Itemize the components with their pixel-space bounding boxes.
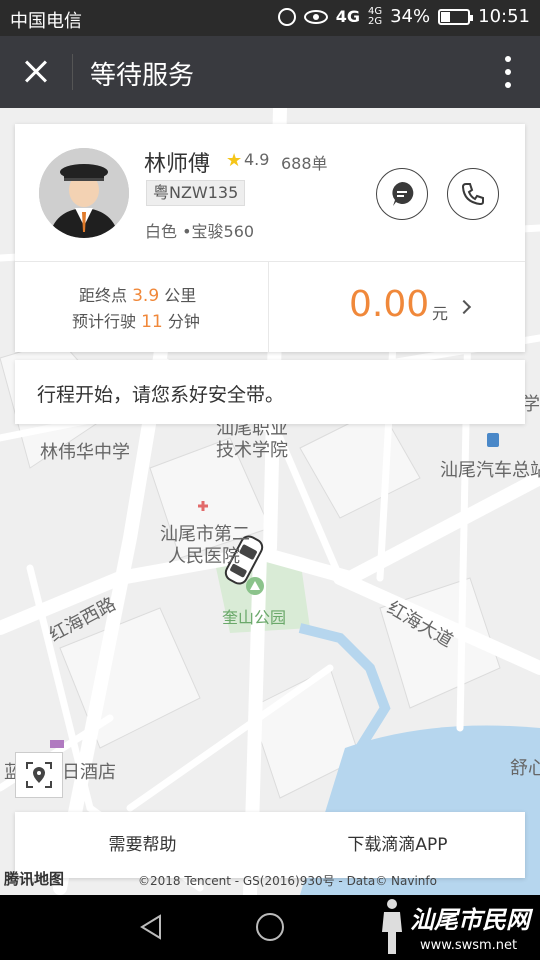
- fare-amount: 0.00: [349, 284, 430, 325]
- network-dual-icon: 4G 2G: [367, 5, 383, 27]
- network-type: 4G: [335, 7, 360, 26]
- car-description: 白色 •宝骏560: [145, 222, 255, 241]
- battery-percent: 34%: [390, 6, 431, 27]
- card-divider-vertical: [268, 261, 269, 352]
- card-divider: [15, 261, 525, 262]
- driver-avatar: [39, 148, 129, 238]
- driver-card: 林师傅 ★ 4.9 688单 粤NZW135 白色 •宝骏560 距终点 3.9…: [15, 124, 525, 352]
- phone-icon: [461, 183, 484, 206]
- distance-remaining: 距终点 3.9 公里: [79, 286, 197, 306]
- close-icon[interactable]: [14, 50, 58, 94]
- call-button[interactable]: [447, 168, 499, 220]
- driver-rating: 4.9: [244, 150, 270, 169]
- eye-comfort-icon: [303, 9, 328, 24]
- chevron-right-icon: [456, 299, 472, 315]
- map-label-hospital-2: 人民医院: [168, 546, 240, 567]
- trip-notice: 行程开始，请您系好安全带。: [15, 360, 525, 424]
- carrier-name: 中国电信: [10, 11, 82, 32]
- map-label-park: 奎山公园: [222, 608, 287, 627]
- driver-name: 林师傅: [144, 152, 211, 177]
- license-plate: 粤NZW135: [146, 180, 246, 206]
- map-label-edge-right-2: 舒心: [510, 758, 540, 779]
- locate-button[interactable]: [15, 752, 63, 798]
- battery-icon: [438, 8, 474, 25]
- message-button[interactable]: [376, 168, 428, 220]
- download-app-button[interactable]: 下载滴滴APP: [270, 812, 525, 878]
- watermark-text: 汕尾市民网: [410, 906, 530, 934]
- location-target-icon: [26, 762, 52, 788]
- header-divider: [72, 54, 73, 90]
- more-vertical-icon[interactable]: [504, 56, 512, 88]
- map-label-bus-station: 汕尾汽车总站: [440, 460, 540, 481]
- map-label-college-2: 技术学院: [216, 440, 288, 461]
- alarm-icon: [277, 7, 296, 26]
- watermark-figure-icon: [382, 899, 402, 954]
- map-label-hotel-right: 日酒店: [62, 762, 116, 783]
- chat-icon: [392, 181, 414, 206]
- fare-unit: 元: [432, 304, 449, 323]
- app-header: 等待服务: [0, 36, 540, 108]
- clock: 10:51: [478, 6, 530, 27]
- battery-fill: [441, 11, 450, 22]
- map-copyright: ©2018 Tencent - GS(2016)930号 - Data© Nav…: [138, 874, 437, 888]
- estimated-time: 预计行驶 11 分钟: [72, 312, 200, 332]
- map-label-school: 林伟华中学: [40, 442, 130, 463]
- driver-order-count: 688单: [281, 154, 328, 173]
- page-title: 等待服务: [90, 61, 195, 91]
- back-icon[interactable]: [138, 913, 166, 941]
- watermark-url: www.swsm.net: [420, 938, 518, 953]
- star-icon: ★: [226, 150, 243, 171]
- notice-text: 行程开始，请您系好安全带。: [37, 384, 285, 406]
- status-icons: 4G 4G 2G 34% 10:51: [277, 5, 530, 27]
- bottom-action-bar: 需要帮助 下载滴滴APP: [15, 812, 525, 878]
- status-bar: 中国电信 4G 4G 2G 34% 10:51: [0, 0, 540, 36]
- home-icon[interactable]: [256, 913, 284, 941]
- map-provider-logo: 腾讯地图: [4, 870, 65, 888]
